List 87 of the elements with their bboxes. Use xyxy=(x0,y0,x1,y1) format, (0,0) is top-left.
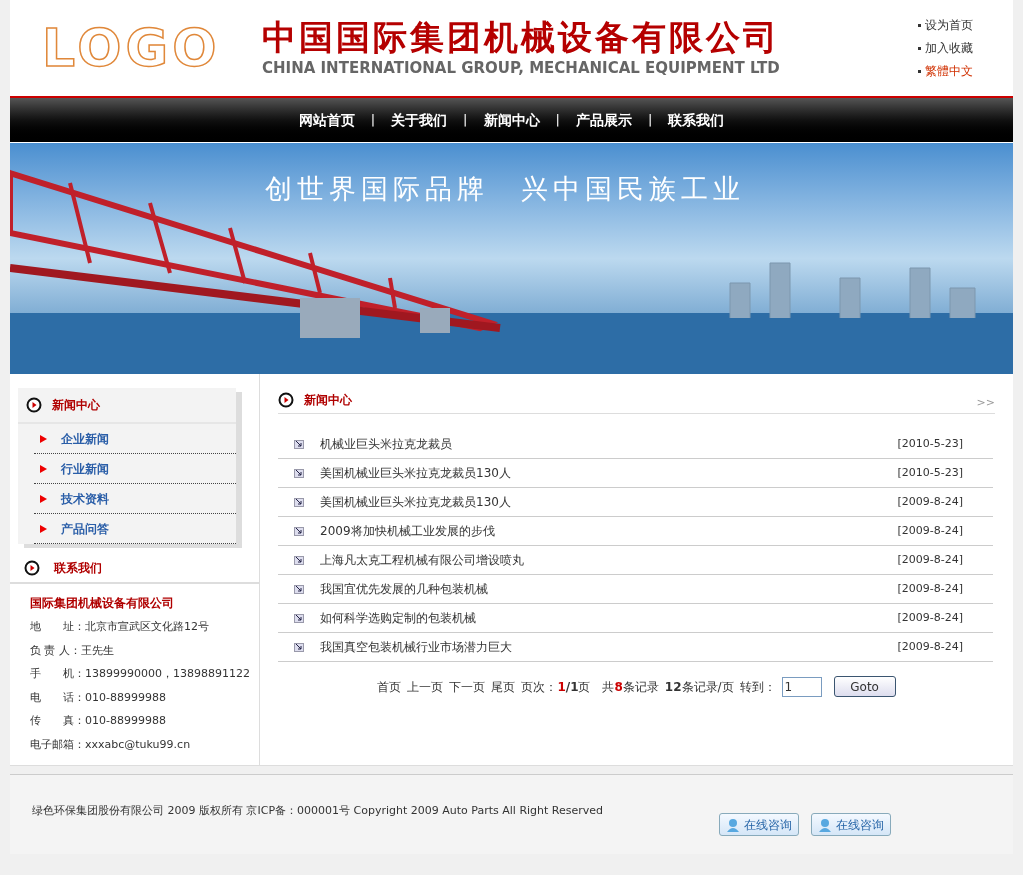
goto-label: 转到： xyxy=(739,678,776,696)
contact-label: 手 机： xyxy=(30,666,85,682)
nav-link[interactable]: 新闻中心 xyxy=(483,109,540,131)
news-row[interactable]: 机械业巨头米拉克龙裁员 [2010-5-23] xyxy=(278,430,993,459)
news-title: 美国机械业巨头米拉克龙裁员130人 xyxy=(320,494,511,511)
arrow-icon xyxy=(294,439,304,449)
news-row[interactable]: 我国真空包装机械行业市场潜力巨大 [2009-8-24] xyxy=(278,633,993,662)
goto-button[interactable]: Goto xyxy=(833,676,896,697)
records-per-page: 12条记录/页 xyxy=(664,678,734,696)
news-date: [2009-8-24] xyxy=(897,522,963,539)
news-date: [2009-8-24] xyxy=(897,580,963,597)
company-name: 中国国际集团机械设备有限公司 xyxy=(262,16,780,57)
news-date: [2009-8-24] xyxy=(897,493,963,510)
news-row[interactable]: 上海凡太克工程机械有限公司增设喷丸 [2009-8-24] xyxy=(278,546,993,575)
consult-button[interactable]: 在线咨询 xyxy=(719,813,799,836)
side-menu-item[interactable]: 行业新闻 xyxy=(34,454,236,484)
page-input[interactable]: 1 xyxy=(781,676,822,697)
nav-separator: | xyxy=(370,111,376,130)
arrow-icon xyxy=(294,468,304,478)
contact-value: 北京市宣武区文化路12号 xyxy=(85,619,209,635)
side-panel-title: 新闻中心 xyxy=(52,397,100,414)
triangle-icon xyxy=(40,494,47,503)
arrow-icon xyxy=(294,613,304,623)
triangle-icon xyxy=(40,464,47,473)
arrow-icon xyxy=(294,526,304,536)
triangle-icon xyxy=(40,524,47,533)
contact-value: 王先生 xyxy=(81,642,114,659)
contact-label: 电 话： xyxy=(30,689,85,706)
contact-label: 负 责 人： xyxy=(30,642,81,659)
arrow-icon xyxy=(294,642,304,652)
logo: LOGO xyxy=(42,22,222,74)
nav-link[interactable]: 联系我们 xyxy=(668,109,725,131)
news-title: 我国真空包装机械行业市场潜力巨大 xyxy=(320,639,512,656)
consult-button[interactable]: 在线咨询 xyxy=(811,813,891,836)
section-title: 新闻中心 xyxy=(304,391,352,409)
side-menu-item[interactable]: 产品问答 xyxy=(34,514,236,544)
side-menu-item[interactable]: 技术资料 xyxy=(34,484,236,514)
nav-link[interactable]: 网站首页 xyxy=(298,109,355,131)
news-title: 2009将加快机械工业发展的步伐 xyxy=(320,523,495,540)
nav-link[interactable]: 关于我们 xyxy=(391,109,448,131)
news-row[interactable]: 如何科学选购定制的包装机械 [2009-8-24] xyxy=(278,604,993,633)
person-icon xyxy=(726,817,740,832)
record-count: 共8条记录 xyxy=(602,678,659,696)
news-row[interactable]: 美国机械业巨头米拉克龙裁员130人 [2009-8-24] xyxy=(278,488,993,517)
nav-separator: | xyxy=(555,111,560,130)
news-date: [2009-8-24] xyxy=(897,638,963,655)
pagination-link[interactable]: 上一页 xyxy=(407,677,444,696)
contact-label: 地 址： xyxy=(30,619,85,635)
news-title: 如何科学选购定制的包装机械 xyxy=(320,610,476,627)
contact-label: 传 真： xyxy=(30,713,85,729)
news-date: [2009-8-24] xyxy=(897,551,963,568)
news-row[interactable]: 我国宜优先发展的几种包装机械 [2009-8-24] xyxy=(278,575,993,604)
page-info: 页次：1/1页 xyxy=(521,678,591,696)
pagination-link[interactable]: 尾页 xyxy=(491,677,516,696)
news-title: 机械业巨头米拉克龙裁员 xyxy=(320,436,452,453)
person-icon xyxy=(818,817,832,832)
pagination-link[interactable]: 下一页 xyxy=(449,677,486,696)
arrow-icon xyxy=(294,555,304,565)
news-date: [2009-8-24] xyxy=(897,609,963,626)
contact-label: 电子邮箱： xyxy=(30,736,85,753)
nav-separator: | xyxy=(647,111,653,130)
nav-link[interactable]: 产品展示 xyxy=(575,109,632,131)
quick-link[interactable]: 繁體中文 xyxy=(918,62,973,80)
quick-link[interactable]: 加入收藏 xyxy=(918,39,973,57)
news-row[interactable]: 美国机械业巨头米拉克龙裁员130人 [2010-5-23] xyxy=(278,459,993,488)
side-menu-item[interactable]: 企业新闻 xyxy=(34,424,236,454)
news-title: 上海凡太克工程机械有限公司增设喷丸 xyxy=(320,552,524,569)
contact-value: 010-88999988 xyxy=(85,713,166,729)
contact-company: 国际集团机械设备有限公司 xyxy=(30,595,175,612)
news-title: 我国宜优先发展的几种包装机械 xyxy=(320,581,488,598)
news-title: 美国机械业巨头米拉克龙裁员130人 xyxy=(320,465,511,482)
side-panel-title: 联系我们 xyxy=(54,560,102,577)
news-date: [2010-5-23] xyxy=(897,435,963,452)
arrow-icon xyxy=(294,584,304,594)
contact-value: xxxabc@tuku99.cn xyxy=(85,736,191,753)
pagination-link[interactable]: 首页 xyxy=(377,677,402,696)
banner-slogan: 创世界国际品牌 兴中国民族工业 xyxy=(265,172,745,206)
nav-separator: | xyxy=(463,111,468,130)
contact-value: 13899990000，13898891122 xyxy=(85,666,250,682)
quick-link[interactable]: 设为首页 xyxy=(918,16,973,34)
company-english-name: CHINA INTERNATIONAL GROUP, MECHANICAL EQUIPMENT LTD xyxy=(262,57,780,79)
contact-value: 010-88999988 xyxy=(85,689,166,706)
news-date: [2010-5-23] xyxy=(897,464,963,481)
news-row[interactable]: 2009将加快机械工业发展的步伐 [2009-8-24] xyxy=(278,517,993,546)
triangle-icon xyxy=(40,434,47,443)
arrow-icon xyxy=(294,497,304,507)
copyright-text: 绿色环保集团股份有限公司 2009 版权所有 京ICP备：000001号 Copyright 2009 Auto Parts All Right Reserved xyxy=(32,803,604,819)
